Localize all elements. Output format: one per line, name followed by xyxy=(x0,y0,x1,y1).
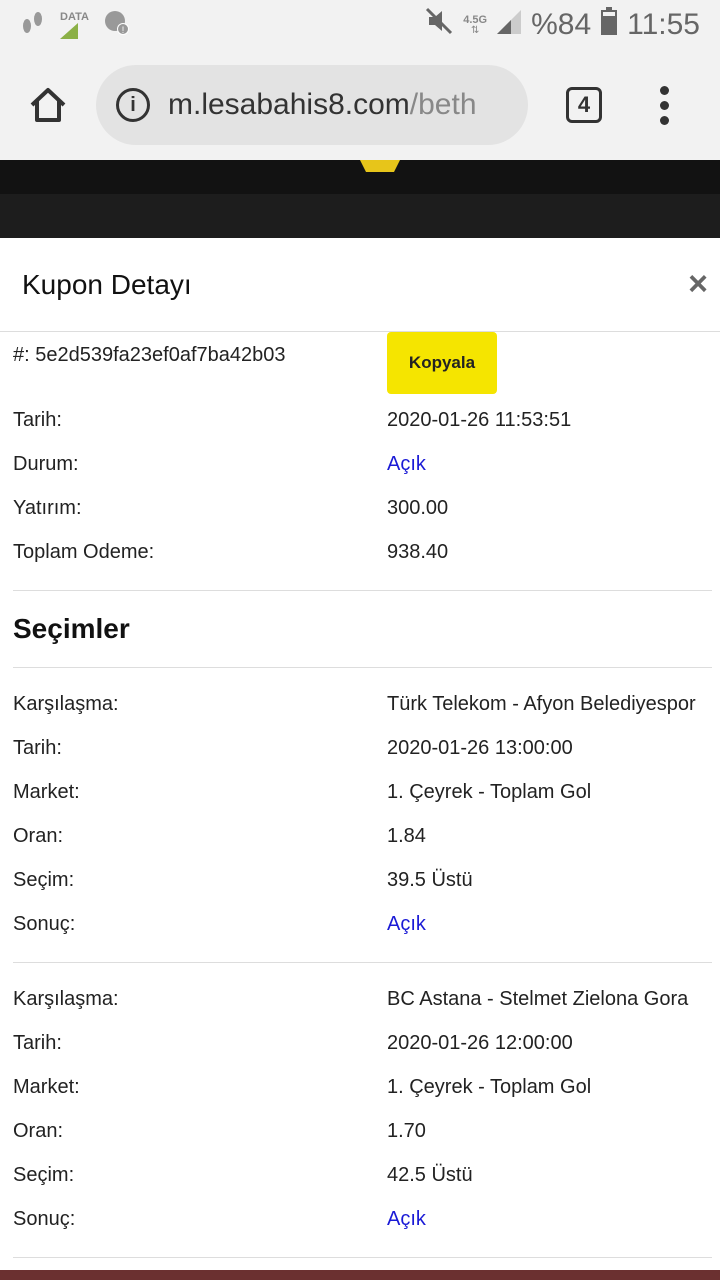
copy-cell: Kopyala xyxy=(387,332,716,394)
menu-dot xyxy=(660,100,669,110)
selection-row-market: Market: 1. Çeyrek - Toplam Gol xyxy=(13,1065,716,1109)
tab-switcher-button[interactable]: 4 xyxy=(566,87,602,123)
selection-row-date: Tarih: 2020-01-26 12:00:00 xyxy=(13,1021,716,1065)
mute-icon xyxy=(425,7,453,43)
row-key: Oran: xyxy=(13,824,64,847)
site-logo xyxy=(360,160,400,172)
battery-percent: %84 xyxy=(531,8,592,41)
no-signal-icon: ! xyxy=(103,9,131,42)
row-key: Yatırım: xyxy=(13,496,82,519)
row-key: Sonuç: xyxy=(13,912,76,935)
coupon-row-date: Tarih: 2020-01-26 11:53:51 xyxy=(13,398,716,442)
home-button[interactable] xyxy=(20,77,76,133)
coupon-id: #: 5e2d539fa23ef0af7ba42b03 xyxy=(13,344,387,367)
data-arrow-icon xyxy=(60,22,78,39)
row-key: Oran: xyxy=(13,1119,64,1142)
selections-heading: Seçimler xyxy=(13,613,130,644)
row-value: 39.5 Üstü xyxy=(387,868,473,891)
network-indicator: 4.5G ⇅ xyxy=(463,13,488,36)
menu-dot xyxy=(660,115,669,125)
coupon-id-value: 5e2d539fa23ef0af7ba42b03 xyxy=(35,344,286,366)
coupon-row-status: Durum: Açık xyxy=(13,442,716,486)
browser-toolbar: i m.lesabahis8.com/beth 4 xyxy=(0,50,720,160)
coupon-id-label: #: xyxy=(13,344,30,366)
close-button[interactable]: × xyxy=(688,265,708,304)
svg-text:!: ! xyxy=(122,25,125,35)
row-key: Tarih: xyxy=(13,408,62,431)
data-label: DATA xyxy=(60,10,89,23)
row-value: 1. Çeyrek - Toplam Gol xyxy=(387,1075,592,1098)
row-key: Seçim: xyxy=(13,868,75,891)
status-bar: DATA ! 4.5G ⇅ %84 11:55 xyxy=(0,0,720,50)
data-indicator: DATA xyxy=(60,10,89,39)
coupon-detail-modal: Kupon Detayı × #: 5e2d539fa23ef0af7ba42b… xyxy=(0,238,720,1280)
network-type: 4.5G xyxy=(463,13,488,26)
row-value: 300.00 xyxy=(387,496,449,519)
selection-row-odds: Oran: 1.84 xyxy=(13,814,716,858)
footprints-icon xyxy=(20,10,46,41)
divider xyxy=(13,1257,712,1258)
row-key: Toplam Odeme: xyxy=(13,540,155,563)
menu-dot xyxy=(660,85,669,95)
selection-row-result: Sonuç: Açık xyxy=(13,902,716,946)
background-band xyxy=(0,194,720,238)
modal-title: Kupon Detayı xyxy=(22,268,192,300)
background-page-bottom xyxy=(0,1270,720,1280)
copy-button[interactable]: Kopyala xyxy=(387,332,497,394)
row-key: Seçim: xyxy=(13,1163,75,1186)
match-value: Türk Telekom - Afyon Belediyespor xyxy=(387,692,696,715)
selection-block: Karşılaşma: Türk Telekom - Afyon Belediy… xyxy=(13,668,716,946)
row-key: Tarih: xyxy=(13,1031,62,1054)
selection-row-date: Tarih: 2020-01-26 13:00:00 xyxy=(13,726,716,770)
row-key: Durum: xyxy=(13,452,79,475)
modal-body: #: 5e2d539fa23ef0af7ba42b03 Kopyala Tari… xyxy=(0,332,720,1258)
battery-icon xyxy=(601,7,618,43)
selection-row-match: Karşılaşma: Türk Telekom - Afyon Belediy… xyxy=(13,682,716,726)
row-key: Tarih: xyxy=(13,736,62,759)
url-path: /beth xyxy=(409,88,477,121)
coupon-id-row: #: 5e2d539fa23ef0af7ba42b03 Kopyala xyxy=(13,332,716,398)
match-value: BC Astana - Stelmet Zielona Gora xyxy=(387,987,689,1010)
home-icon xyxy=(30,88,66,122)
url-domain: m.lesabahis8.com xyxy=(168,88,410,121)
row-value: 1.84 xyxy=(387,824,426,847)
info-icon[interactable]: i xyxy=(116,88,150,122)
result-value: Açık xyxy=(387,1207,426,1230)
selection-row-odds: Oran: 1.70 xyxy=(13,1109,716,1153)
row-value: 2020-01-26 12:00:00 xyxy=(387,1031,573,1054)
status-value: Açık xyxy=(387,452,426,475)
overflow-menu-button[interactable] xyxy=(660,85,669,125)
signal-icon xyxy=(497,8,522,42)
modal-header: Kupon Detayı × xyxy=(0,238,720,332)
selection-row-result: Sonuç: Açık xyxy=(13,1197,716,1241)
result-value: Açık xyxy=(387,912,426,935)
selection-row-match: Karşılaşma: BC Astana - Stelmet Zielona … xyxy=(13,977,716,1021)
selection-row-market: Market: 1. Çeyrek - Toplam Gol xyxy=(13,770,716,814)
row-key: Karşılaşma: xyxy=(13,987,119,1010)
row-key: Sonuç: xyxy=(13,1207,76,1230)
row-value: 1.70 xyxy=(387,1119,426,1142)
row-value: 938.40 xyxy=(387,540,449,563)
selection-block: Karşılaşma: BC Astana - Stelmet Zielona … xyxy=(13,963,716,1241)
background-page xyxy=(0,160,720,238)
coupon-row-total-payout: Toplam Odeme: 938.40 xyxy=(13,530,716,574)
transfer-arrows-icon: ⇅ xyxy=(470,24,480,36)
row-value: 2020-01-26 11:53:51 xyxy=(387,408,572,431)
row-value: 2020-01-26 13:00:00 xyxy=(387,736,573,759)
selection-row-pick: Seçim: 42.5 Üstü xyxy=(13,1153,716,1197)
clock: 11:55 xyxy=(627,8,700,41)
row-value: 42.5 Üstü xyxy=(387,1163,473,1186)
row-key: Market: xyxy=(13,1075,80,1098)
row-key: Market: xyxy=(13,780,80,803)
address-bar[interactable]: i m.lesabahis8.com/beth xyxy=(96,65,528,145)
selection-row-pick: Seçim: 39.5 Üstü xyxy=(13,858,716,902)
row-key: Karşılaşma: xyxy=(13,692,119,715)
coupon-row-stake: Yatırım: 300.00 xyxy=(13,486,716,530)
row-value: 1. Çeyrek - Toplam Gol xyxy=(387,780,592,803)
